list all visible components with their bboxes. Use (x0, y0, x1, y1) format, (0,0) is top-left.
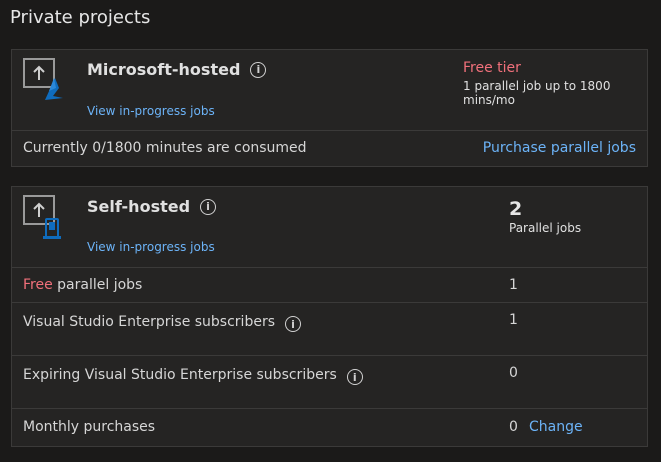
microsoft-hosted-card: Microsoft-hosted i View in-progress jobs… (11, 49, 648, 167)
row-value: 0 (509, 419, 518, 435)
consumed-row: Currently 0/1800 minutes are consumed Pu… (12, 130, 647, 167)
free-tier-info: Free tier 1 parallel job up to 1800 mins… (463, 60, 610, 107)
consumed-text: Currently 0/1800 minutes are consumed (23, 140, 307, 156)
free-tier-label: Free tier (463, 60, 521, 76)
expiring-vs-enterprise-label: Expiring Visual Studio Enterprise subscr… (23, 365, 363, 385)
self-hosted-icon (23, 195, 65, 245)
tier-desc-line-2: mins/mo (463, 93, 515, 107)
free-parallel-jobs-label: Free parallel jobs (23, 277, 142, 293)
purchase-parallel-jobs-link[interactable]: Purchase parallel jobs (483, 140, 636, 156)
view-in-progress-jobs-link[interactable]: View in-progress jobs (87, 240, 215, 254)
info-icon[interactable]: i (250, 61, 267, 78)
page-title: Private projects (10, 7, 151, 28)
info-icon[interactable]: i (346, 369, 363, 385)
self-hosted-label: Self-hosted (87, 197, 191, 216)
row-value: 1 (509, 277, 518, 293)
table-row: Free parallel jobs 1 (12, 267, 647, 303)
info-icon[interactable]: i (285, 316, 301, 332)
microsoft-hosted-icon (23, 58, 65, 106)
info-icon[interactable]: i (200, 198, 217, 215)
self-hosted-title: Self-hosted i (87, 197, 217, 216)
vs-enterprise-label: Visual Studio Enterprise subscribers i (23, 312, 301, 332)
parallel-jobs-summary: 2 Parallel jobs (509, 198, 581, 235)
row-value: 1 (509, 312, 518, 328)
table-row: Expiring Visual Studio Enterprise subscr… (12, 355, 647, 409)
tier-desc-line-1: 1 parallel job up to 1800 (463, 79, 611, 93)
monthly-purchases-label: Monthly purchases (23, 419, 156, 435)
free-label: Free (23, 277, 53, 293)
parallel-jobs-label: Parallel jobs (509, 221, 582, 235)
change-link[interactable]: Change (529, 419, 583, 435)
self-hosted-card: Self-hosted i View in-progress jobs 2 Pa… (11, 186, 648, 447)
parallel-jobs-count: 2 (509, 198, 523, 220)
row-label: Expiring Visual Studio Enterprise subscr… (23, 367, 337, 383)
row-label: parallel jobs (52, 277, 143, 293)
row-value: 0 (509, 365, 518, 381)
view-in-progress-jobs-link[interactable]: View in-progress jobs (87, 104, 215, 118)
table-row: Monthly purchases 0 Change (12, 408, 647, 447)
microsoft-hosted-title: Microsoft-hosted i (87, 60, 267, 79)
microsoft-hosted-label: Microsoft-hosted (87, 60, 241, 79)
row-label: Visual Studio Enterprise subscribers (23, 314, 275, 330)
table-row: Visual Studio Enterprise subscribers i 1 (12, 302, 647, 356)
